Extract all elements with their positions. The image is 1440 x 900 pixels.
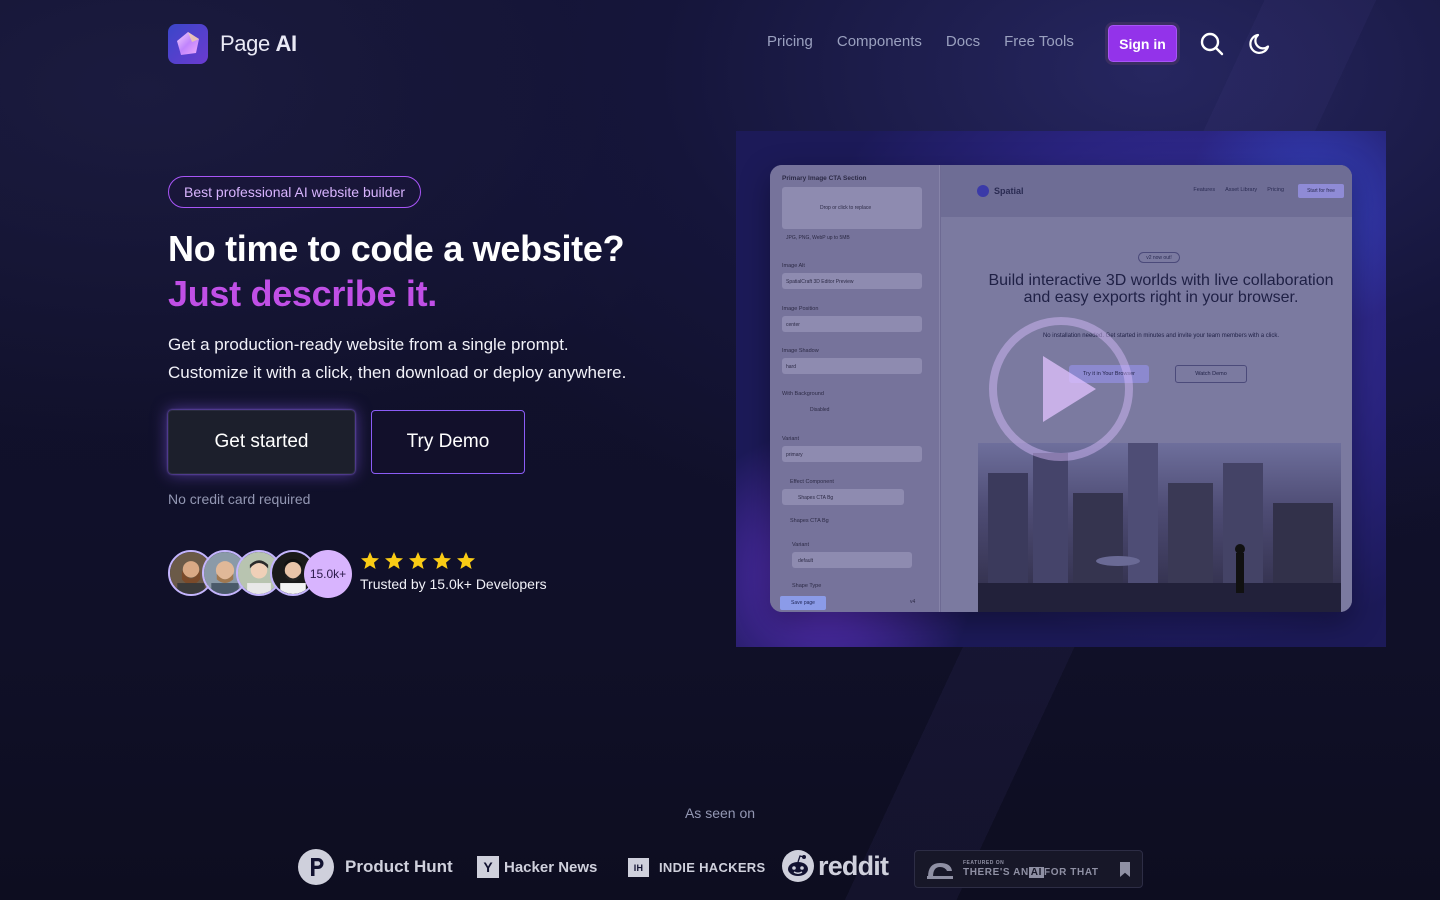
site-logo-icon [977,185,989,197]
hacker-news-icon: Y [477,856,499,878]
brand-logo[interactable]: Page AI [168,24,297,64]
search-icon[interactable] [1199,31,1225,57]
avatar-count-badge: 15.0k+ [304,550,352,598]
image-position-label: Image Position [782,306,819,312]
panel-title: Primary Image CTA Section [782,175,867,182]
variant-label: Variant [782,436,800,442]
bookmark-icon [1120,862,1130,877]
hacker-news-logo[interactable]: Y Hacker News [477,856,597,878]
nav-link-components[interactable]: Components [837,33,922,50]
editor-side-panel: Primary Image CTA Section Drop or click … [770,165,940,612]
reddit-logo[interactable]: reddit [782,850,889,882]
variant-select [782,446,922,462]
moon-icon[interactable] [1247,31,1273,57]
sign-in-button[interactable]: Sign in [1105,22,1180,65]
site-badge: v2 now out! [1138,252,1180,263]
variant-value: primary [786,452,803,458]
headline-line-2: Just describe it. [168,273,437,314]
product-preview[interactable]: Primary Image CTA Section Drop or click … [736,131,1386,647]
trusted-by-text: Trusted by 15.0k+ Developers [360,576,547,592]
nav-link-free-tools[interactable]: Free Tools [1004,33,1074,50]
star-icon [433,552,451,569]
effect-value: Shapes CTA Bg [798,495,834,501]
hero-badge: Best professional AI website builder [168,176,422,208]
shapes-variant-label: Variant [792,542,810,548]
star-rating [360,551,547,571]
hero-subtitle: Get a production-ready website from a si… [168,331,708,387]
dropzone-text: Drop or click to replace [820,205,872,211]
with-background-value: Disabled [810,407,830,413]
star-icon [361,552,379,569]
site-nav: Spatial Features Asset Library Pricing S… [941,165,1352,217]
press-logos: Product Hunt Y Hacker News IH INDIE HACK… [0,848,1440,888]
reddit-icon [782,850,814,882]
nav-links: Pricing Components Docs Free Tools [767,33,1074,50]
subtitle-line-1: Get a production-ready website from a si… [168,335,569,354]
indie-hackers-icon: IH [628,858,649,877]
site-headline: Build interactive 3D worlds with live co… [988,272,1334,306]
star-icon [385,552,403,569]
brand-name: Page AI [220,31,297,56]
formats-text: JPG, PNG, WebP up to 5MB [786,235,850,241]
shape-type-label: Shape Type [792,583,822,589]
site-logo: Spatial [977,185,1024,197]
hero-headline: No time to code a website? Just describe… [168,226,728,316]
site-cta: Start for free [1298,184,1344,198]
image-shadow-label: Image Shadow [782,348,819,354]
ai-robot-icon [927,863,953,879]
nav-link-docs[interactable]: Docs [946,33,980,50]
with-background-label: With Background [782,391,824,397]
nav-link-pricing[interactable]: Pricing [767,33,813,50]
product-hunt-icon [298,849,334,885]
site-button-secondary: Watch Demo [1175,365,1247,383]
image-shadow-value: hard [786,364,797,370]
version-label: v4 [910,599,916,605]
theres-an-ai-for-that-badge[interactable]: FEATURED ON THERE'S AN AI FOR THAT [914,850,1143,888]
ai-badge-text: FEATURED ON THERE'S AN AI FOR THAT [963,859,1099,878]
image-alt-value: SpatialCraft 3D Editor Preview [786,279,854,285]
site-links: Features Asset Library Pricing [1193,187,1284,193]
image-position-value: center [786,322,800,328]
top-nav: Page AI Pricing Components Docs Free Too… [0,0,1440,88]
logo-mark-icon [168,24,208,64]
shapes-group-label: Shapes CTA Bg [790,518,829,524]
product-hunt-logo[interactable]: Product Hunt [298,849,453,885]
image-shadow-select [782,358,922,374]
rating-block: Trusted by 15.0k+ Developers [360,551,547,592]
headline-line-1: No time to code a website? [168,228,625,269]
star-icon [457,552,475,569]
avatar-group: 15.0k+ [168,550,352,598]
image-position-select [782,316,922,332]
effect-component-label: Effect Component [790,479,834,485]
try-demo-button[interactable]: Try Demo [371,410,525,474]
play-video-icon[interactable] [986,314,1136,464]
star-icon [409,552,427,569]
no-credit-card-note: No credit card required [168,491,311,507]
as-seen-on-title: As seen on [684,805,756,821]
get-started-button[interactable]: Get started [168,410,355,474]
subtitle-line-2: Customize it with a click, then download… [168,363,627,382]
shapes-variant-value: default [798,558,814,564]
site-hero-image [978,443,1341,612]
indie-hackers-logo[interactable]: IH INDIE HACKERS [628,858,765,877]
save-page-button: Save page [780,596,826,610]
image-alt-label: Image Alt [782,263,805,269]
